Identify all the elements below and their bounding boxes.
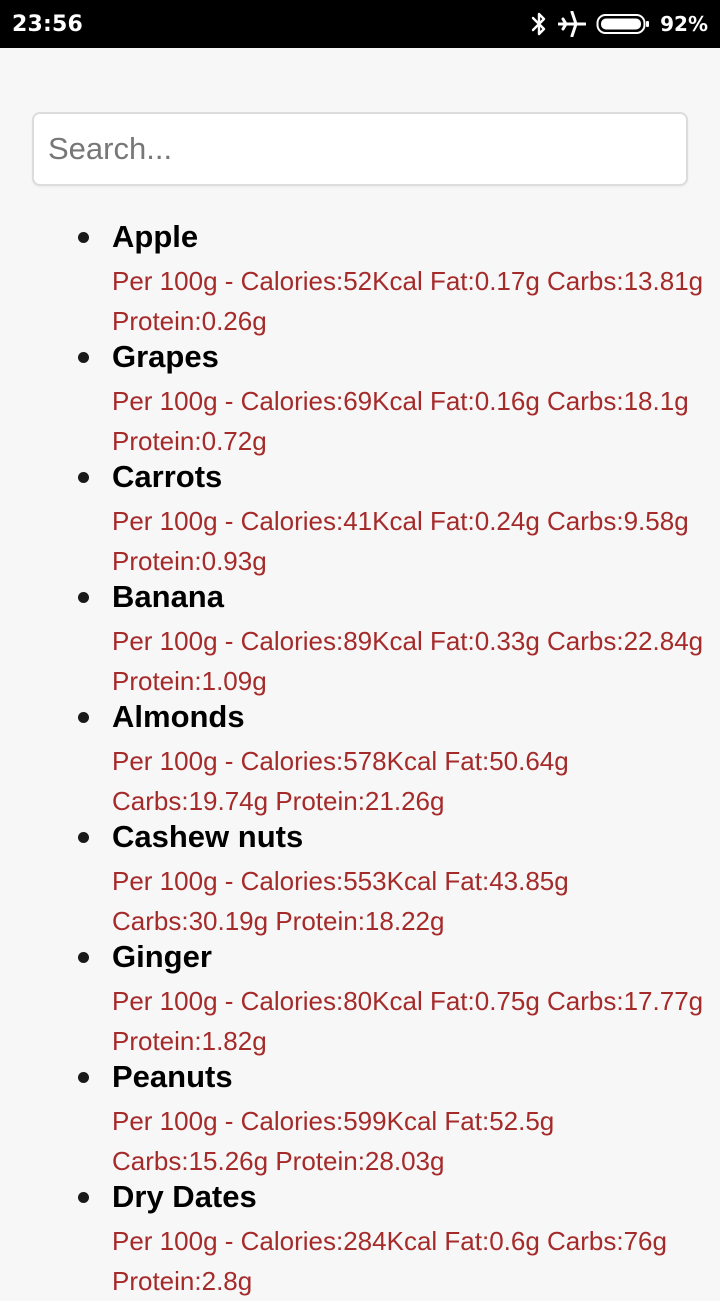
food-nutrition-info: Per 100g - Calories:41Kcal Fat:0.24g Car… xyxy=(112,506,689,576)
food-name: Almonds xyxy=(112,699,245,734)
status-time: 23:56 xyxy=(12,11,84,37)
food-nutrition-info: Per 100g - Calories:578Kcal Fat:50.64g C… xyxy=(112,746,569,816)
status-icons: 92% xyxy=(530,11,708,37)
food-name: Ginger xyxy=(112,939,212,974)
food-nutrition-info: Per 100g - Calories:284Kcal Fat:0.6g Car… xyxy=(112,1226,667,1296)
search-box xyxy=(32,112,688,186)
food-list-item: Ginger Per 100g - Calories:80Kcal Fat:0.7… xyxy=(0,933,720,1056)
food-nutrition-info: Per 100g - Calories:89Kcal Fat:0.33g Car… xyxy=(112,626,704,696)
food-list-item: Peanuts Per 100g - Calories:599Kcal Fat:5… xyxy=(0,1053,720,1176)
food-name: Grapes xyxy=(112,339,219,374)
food-nutrition-info: Per 100g - Calories:52Kcal Fat:0.17g Car… xyxy=(112,266,704,336)
food-name: Dry Dates xyxy=(112,1179,257,1214)
food-list-item: Cashew nuts Per 100g - Calories:553Kcal F… xyxy=(0,813,720,936)
bullet-icon xyxy=(78,592,89,603)
food-list-item: Almonds Per 100g - Calories:578Kcal Fat:5… xyxy=(0,693,720,816)
food-list-item: Banana Per 100g - Calories:89Kcal Fat:0.3… xyxy=(0,573,720,696)
bullet-icon xyxy=(78,952,89,963)
food-nutrition-info: Per 100g - Calories:69Kcal Fat:0.16g Car… xyxy=(112,386,689,456)
search-input[interactable] xyxy=(34,114,686,184)
bullet-icon xyxy=(78,232,89,243)
food-list-item: Dry Dates Per 100g - Calories:284Kcal Fat… xyxy=(0,1173,720,1296)
food-list-item: Grapes Per 100g - Calories:69Kcal Fat:0.1… xyxy=(0,333,720,456)
bullet-icon xyxy=(78,472,89,483)
bullet-icon xyxy=(78,352,89,363)
airplane-mode-icon xyxy=(558,11,587,37)
bullet-icon xyxy=(78,712,89,723)
bullet-icon xyxy=(78,832,89,843)
battery-percent: 92% xyxy=(660,12,708,36)
food-name: Cashew nuts xyxy=(112,819,304,854)
food-name: Carrots xyxy=(112,459,223,494)
food-nutrition-info: Per 100g - Calories:80Kcal Fat:0.75g Car… xyxy=(112,986,704,1056)
food-nutrition-info: Per 100g - Calories:599Kcal Fat:52.5g Ca… xyxy=(112,1106,555,1176)
battery-icon xyxy=(596,12,650,36)
food-name: Banana xyxy=(112,579,224,614)
food-nutrition-info: Per 100g - Calories:553Kcal Fat:43.85g C… xyxy=(112,866,569,936)
food-list: Apple Per 100g - Calories:52Kcal Fat:0.17… xyxy=(0,213,720,1296)
food-list-item: Apple Per 100g - Calories:52Kcal Fat:0.17… xyxy=(0,213,720,336)
status-bar: 23:56 92% xyxy=(0,0,720,48)
bluetooth-icon xyxy=(530,11,548,37)
food-list-item: Carrots Per 100g - Calories:41Kcal Fat:0.… xyxy=(0,453,720,576)
bullet-icon xyxy=(78,1192,89,1203)
bullet-icon xyxy=(78,1072,89,1083)
food-name: Peanuts xyxy=(112,1059,233,1094)
food-name: Apple xyxy=(112,219,199,254)
